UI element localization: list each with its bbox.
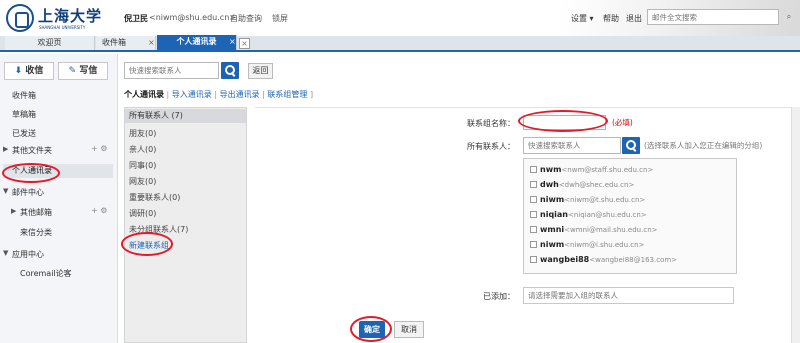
search-icon[interactable]	[221, 62, 239, 79]
help-link[interactable]: 帮助	[603, 13, 619, 24]
hint-text: (选择联系人加入您正在编辑的分组)	[644, 141, 763, 150]
sidebar-item-mail-center[interactable]: 邮件中心	[12, 187, 44, 198]
receive-label: 收信	[25, 66, 44, 76]
annotation-circle-confirm	[350, 316, 392, 342]
annotation-circle-contacts	[2, 163, 60, 183]
group-colleagues[interactable]: 同事(0)	[129, 160, 156, 171]
tab-contacts-label: 个人通讯录	[176, 37, 217, 46]
group-friends[interactable]: 朋友(0)	[129, 128, 156, 139]
logout-link[interactable]: 退出	[626, 13, 642, 24]
group-netfriends[interactable]: 网友(0)	[129, 176, 156, 187]
group-manage-link[interactable]: 联系组管理	[267, 90, 307, 99]
added-label: 已添加：	[483, 292, 515, 301]
checkbox[interactable]	[530, 166, 537, 173]
expand-arrow-icon[interactable]: ▶	[3, 145, 8, 153]
user-name: 倪卫民	[124, 14, 148, 23]
close-icon[interactable]: ×	[148, 36, 155, 50]
group-name-label: 联系组名称：	[467, 119, 515, 128]
close-icon[interactable]: ×	[229, 35, 236, 49]
search-icon[interactable]	[622, 137, 640, 154]
all-contacts-label: 所有联系人：	[467, 142, 515, 151]
checkbox[interactable]	[530, 241, 537, 248]
contact-quick-search-input[interactable]	[124, 62, 219, 79]
logo-text: 上海大学	[38, 7, 103, 25]
contact-row[interactable]: wmni<wmni@mail.shu.edu.cn>	[530, 225, 658, 234]
sidebar-item-sent[interactable]: 已发送	[12, 128, 36, 139]
tab-inbox[interactable]: 收件箱 ×	[96, 36, 156, 50]
folder-actions-icons[interactable]: + ⚙	[91, 144, 107, 153]
university-seal-icon	[6, 4, 34, 32]
sidebar-item-drafts[interactable]: 草稿箱	[12, 109, 36, 120]
sidebar: ⬇ 收信 ✎ 写信 收件箱 草稿箱 已发送 ▶ 其他文件夹 + ⚙ 个人通讯录 …	[0, 54, 118, 343]
scrollbar[interactable]	[791, 107, 800, 343]
mailbox-actions-icons[interactable]: + ⚙	[91, 206, 107, 215]
mail-search-input[interactable]	[647, 9, 779, 25]
contact-row[interactable]: niqian<niqian@shu.edu.cn>	[530, 210, 647, 219]
checkbox[interactable]	[530, 181, 537, 188]
compose-button[interactable]: ✎ 写信	[58, 62, 108, 80]
breadcrumb: 个人通讯录 | 导入通讯录 | 导出通讯录 | 联系组管理 ]	[124, 90, 314, 99]
annotation-circle-name-input	[518, 110, 608, 132]
group-important[interactable]: 重要联系人(0)	[129, 192, 180, 203]
tab-contacts[interactable]: 个人通讯录 ×	[157, 35, 237, 50]
compose-label: 写信	[79, 66, 98, 76]
tab-welcome-label: 欢迎页	[37, 38, 62, 47]
close-all-tabs-icon[interactable]: ×	[239, 38, 250, 49]
contact-row[interactable]: niwm<niwm@i.shu.edu.cn>	[530, 240, 644, 249]
university-logo[interactable]: 上海大学 SHANGHAI UNIVERSITY	[6, 4, 116, 32]
contact-row[interactable]: niwm<niwm@t.shu.edu.cn>	[530, 195, 645, 204]
contact-checklist: nwm<nwm@staff.shu.edu.cn> dwh<dwh@shec.e…	[523, 158, 737, 274]
checkbox[interactable]	[530, 226, 537, 233]
checkbox[interactable]	[530, 196, 537, 203]
self-query-link[interactable]: 自助查询	[230, 13, 262, 24]
group-family[interactable]: 亲人(0)	[129, 144, 156, 155]
sidebar-item-other-folders[interactable]: 其他文件夹	[12, 145, 52, 156]
search-icon[interactable]: ⌕	[782, 9, 796, 25]
sidebar-item-other-mailbox[interactable]: 其他邮箱	[20, 207, 52, 218]
required-marker: (必填)	[612, 118, 633, 127]
lock-screen-link[interactable]: 锁屏	[272, 13, 288, 24]
contact-row[interactable]: dwh<dwh@shec.edu.cn>	[530, 180, 634, 189]
logo-subtext: SHANGHAI UNIVERSITY	[39, 25, 86, 30]
sidebar-item-incoming-classify[interactable]: 来信分类	[20, 227, 52, 238]
annotation-circle-new-group	[121, 232, 173, 256]
contact-row[interactable]: nwm<nwm@staff.shu.edu.cn>	[530, 165, 653, 174]
page-title: 个人通讯录	[124, 90, 164, 99]
added-contacts-input[interactable]	[523, 287, 734, 304]
group-list: 所有联系人 (7) 朋友(0) 亲人(0) 同事(0) 网友(0) 重要联系人(…	[124, 107, 247, 343]
tab-bar: 欢迎页 收件箱 × 个人通讯录 × ×	[0, 35, 800, 52]
cancel-button[interactable]: 取消	[394, 321, 424, 338]
export-contacts-link[interactable]: 导出通讯录	[220, 90, 260, 99]
import-contacts-link[interactable]: 导入通讯录	[172, 90, 212, 99]
user-email: <niwm@shu.edu.cn>	[149, 13, 236, 22]
group-all-contacts[interactable]: 所有联系人 (7)	[125, 109, 246, 123]
checkbox[interactable]	[530, 256, 537, 263]
download-icon: ⬇	[14, 66, 23, 76]
contact-row[interactable]: wangbei88<wangbei88@163.com>	[530, 255, 677, 264]
receive-button[interactable]: ⬇ 收信	[4, 62, 54, 80]
sidebar-item-coremail[interactable]: Coremail论客	[20, 268, 72, 279]
checkbox[interactable]	[530, 211, 537, 218]
tab-inbox-label: 收件箱	[102, 38, 126, 47]
return-button[interactable]: 返回	[248, 63, 273, 79]
group-research[interactable]: 调研(0)	[129, 208, 156, 219]
sidebar-item-app-center[interactable]: 应用中心	[12, 249, 44, 260]
tab-welcome[interactable]: 欢迎页	[5, 36, 95, 50]
collapse-arrow-icon[interactable]: ▼	[3, 249, 8, 257]
contact-search-input[interactable]	[523, 137, 621, 154]
expand-arrow-icon[interactable]: ▶	[11, 207, 16, 215]
collapse-arrow-icon[interactable]: ▼	[3, 187, 8, 195]
sidebar-item-inbox[interactable]: 收件箱	[12, 90, 36, 101]
settings-menu[interactable]: 设置 ▾	[571, 13, 594, 24]
edit-icon: ✎	[68, 66, 77, 76]
